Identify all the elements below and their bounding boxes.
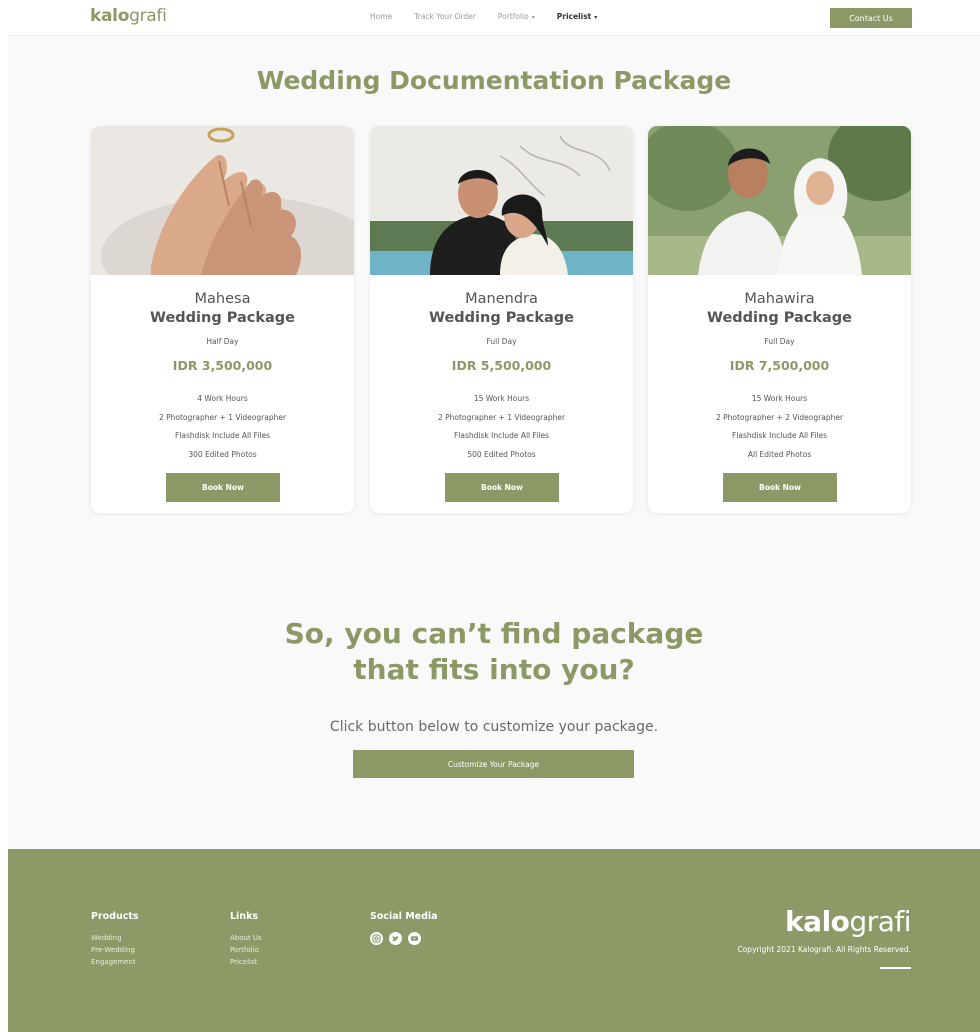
cta-heading: So, you can’t find package that fits int… — [8, 616, 980, 688]
footer-link-portfolio[interactable]: Portfolio — [230, 944, 262, 956]
footer-link-about-us[interactable]: About Us — [230, 932, 262, 944]
package-name-line2: Wedding Package — [706, 310, 853, 326]
package-card-mahesa: Mahesa Wedding Package Half Day IDR 3,50… — [91, 126, 354, 513]
feature-item: 4 Work Hours — [197, 394, 248, 403]
package-card-mahawira: Mahawira Wedding Package Full Day IDR 7,… — [648, 126, 911, 513]
package-features: 4 Work Hours 2 Photographer + 1 Videogra… — [91, 390, 354, 464]
footer-link-engagement[interactable]: Engagement — [91, 956, 139, 968]
feature-item: 2 Photographer + 2 Videographer — [715, 412, 844, 422]
package-name: Manendra Wedding Package — [370, 290, 633, 328]
package-price: IDR 7,500,000 — [729, 358, 830, 373]
brand-logo-light: grafi — [129, 6, 167, 26]
footer-products: Products Wedding Pre-Wedding Engagement — [91, 911, 139, 968]
youtube-icon[interactable] — [408, 932, 421, 945]
chevron-down-icon: ▾ — [594, 14, 598, 21]
social-icons — [370, 932, 438, 945]
book-now-button[interactable]: Book Now — [445, 473, 559, 502]
package-price: IDR 3,500,000 — [172, 358, 273, 373]
nav-home[interactable]: Home — [370, 12, 392, 21]
couple-in-garden-photo — [648, 126, 911, 275]
cta-heading-line2: that fits into you? — [353, 653, 635, 686]
footer-links-heading: Links — [230, 911, 259, 922]
package-name: Mahawira Wedding Package — [648, 290, 911, 328]
footer-link-wedding[interactable]: Wedding — [91, 932, 139, 944]
page-title: Wedding Documentation Package — [256, 66, 732, 95]
package-features: 15 Work Hours 2 Photographer + 2 Videogr… — [648, 390, 911, 464]
feature-item: 300 Edited Photos — [188, 449, 257, 459]
footer-brand-bold: kalo — [785, 905, 850, 938]
navbar: kalografi Home Track Your Order Portfoli… — [8, 0, 980, 36]
nav-track-order-label: Track Your Order — [414, 12, 476, 21]
instagram-icon[interactable] — [370, 932, 383, 945]
package-name-line2: Wedding Package — [428, 310, 575, 326]
book-now-button[interactable]: Book Now — [166, 473, 280, 502]
nav-portfolio-dropdown[interactable]: Portfolio ▾ — [498, 12, 535, 21]
nav-portfolio-label: Portfolio — [497, 12, 529, 21]
footer-divider — [880, 967, 911, 969]
couple-by-pool-photo — [370, 126, 633, 275]
package-name: Mahesa Wedding Package — [91, 290, 354, 328]
contact-us-button[interactable]: Contact Us — [830, 8, 912, 28]
nav-home-label: Home — [370, 12, 393, 21]
footer-social-heading: Social Media — [370, 911, 438, 922]
feature-item: 2 Photographer + 1 Videographer — [437, 412, 566, 422]
package-name-line1: Mahesa — [194, 291, 251, 307]
footer-products-heading: Products — [91, 911, 139, 922]
chevron-down-icon: ▾ — [531, 14, 535, 21]
feature-item: Flashdisk Include All Files — [732, 431, 827, 440]
package-price: IDR 5,500,000 — [451, 358, 552, 373]
twitter-icon[interactable] — [389, 932, 402, 945]
page: kalografi Home Track Your Order Portfoli… — [8, 0, 980, 1032]
package-name-line2: Wedding Package — [149, 310, 296, 326]
feature-item: 15 Work Hours — [751, 394, 808, 403]
footer-brand-logo: kalografi — [785, 905, 911, 938]
feature-item: 2 Photographer + 1 Videographer — [158, 412, 287, 422]
nav-track-order[interactable]: Track Your Order — [414, 12, 476, 21]
book-now-button[interactable]: Book Now — [723, 473, 837, 502]
feature-item: All Edited Photos — [747, 449, 812, 459]
feature-item: Flashdisk Include All Files — [175, 431, 270, 440]
copyright-text: Copyright 2021 Kalografi. All Rights Res… — [737, 945, 911, 954]
feature-item: Flashdisk Include All Files — [454, 431, 549, 440]
brand-logo[interactable]: kalografi — [90, 6, 167, 26]
footer-link-pricelist[interactable]: Pricelist — [230, 956, 262, 968]
package-name-line1: Mahawira — [744, 291, 815, 307]
cta-heading-line1: So, you can’t find package — [284, 617, 704, 650]
package-duration: Full Day — [486, 337, 517, 346]
hands-with-ring-photo — [91, 126, 354, 275]
customize-package-button[interactable]: Customize Your Package — [353, 750, 634, 778]
footer-social: Social Media — [370, 911, 438, 945]
package-card-manendra: Manendra Wedding Package Full Day IDR 5,… — [370, 126, 633, 513]
package-duration: Full Day — [764, 337, 795, 346]
package-name-line1: Manendra — [465, 291, 538, 307]
footer-link-pre-wedding[interactable]: Pre-Wedding — [91, 944, 139, 956]
cta-subtitle: Click button below to customize your pac… — [329, 719, 659, 735]
footer: Products Wedding Pre-Wedding Engagement … — [8, 849, 980, 1032]
brand-logo-bold: kalo — [90, 6, 130, 26]
feature-item: 15 Work Hours — [473, 394, 530, 403]
package-features: 15 Work Hours 2 Photographer + 1 Videogr… — [370, 390, 633, 464]
package-duration: Half Day — [206, 337, 239, 346]
nav-links: Home Track Your Order Portfolio ▾ Priceli… — [370, 12, 619, 21]
footer-brand-light: grafi — [849, 905, 911, 938]
feature-item: 500 Edited Photos — [467, 449, 536, 459]
nav-pricelist-dropdown[interactable]: Pricelist ▾ — [557, 12, 598, 21]
footer-links: Links About Us Portfolio Pricelist — [230, 911, 262, 968]
nav-pricelist-label: Pricelist — [556, 12, 592, 21]
